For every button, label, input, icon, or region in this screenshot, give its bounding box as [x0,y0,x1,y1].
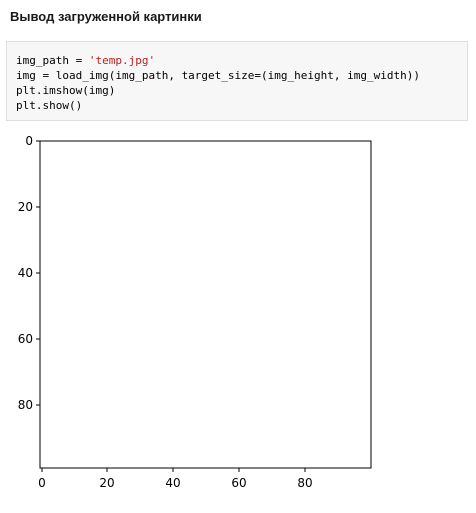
x-tick-label: 60 [231,476,246,490]
code-line-4: plt.show() [16,99,83,112]
code-string: 'temp.jpg' [88,54,156,67]
output-heading: Вывод загруженной картинки [10,9,202,24]
x-axis: 0 20 40 60 80 [38,468,313,490]
y-tick-label: 60 [18,332,33,346]
image-leaves [40,430,120,468]
y-tick-label: 40 [18,266,33,280]
displayed-image [40,141,371,468]
x-tick-label: 20 [99,476,114,490]
code-line-1: img_path = 'temp.jpg' [16,53,467,68]
x-tick-label: 80 [297,476,312,490]
code-cell[interactable]: img_path = 'temp.jpg' img = load_img(img… [6,41,468,121]
y-tick-label: 0 [25,134,33,148]
code-line-2: img = load_img(img_path, target_size=(im… [16,69,420,82]
image-window [40,141,102,231]
y-axis: 0 20 40 60 80 [18,134,40,412]
image-pot [300,300,340,355]
x-tick-label: 40 [165,476,180,490]
image-stem [110,190,116,430]
y-tick-label: 80 [18,398,33,412]
code-text: img_path = [16,54,89,67]
x-tick-label: 0 [38,476,46,490]
image-white-orchids [60,235,105,290]
code-line-3: plt.imshow(img) [16,84,116,97]
y-tick-label: 20 [18,200,33,214]
image-plot: 0 20 40 60 80 0 20 40 60 80 [18,134,372,490]
